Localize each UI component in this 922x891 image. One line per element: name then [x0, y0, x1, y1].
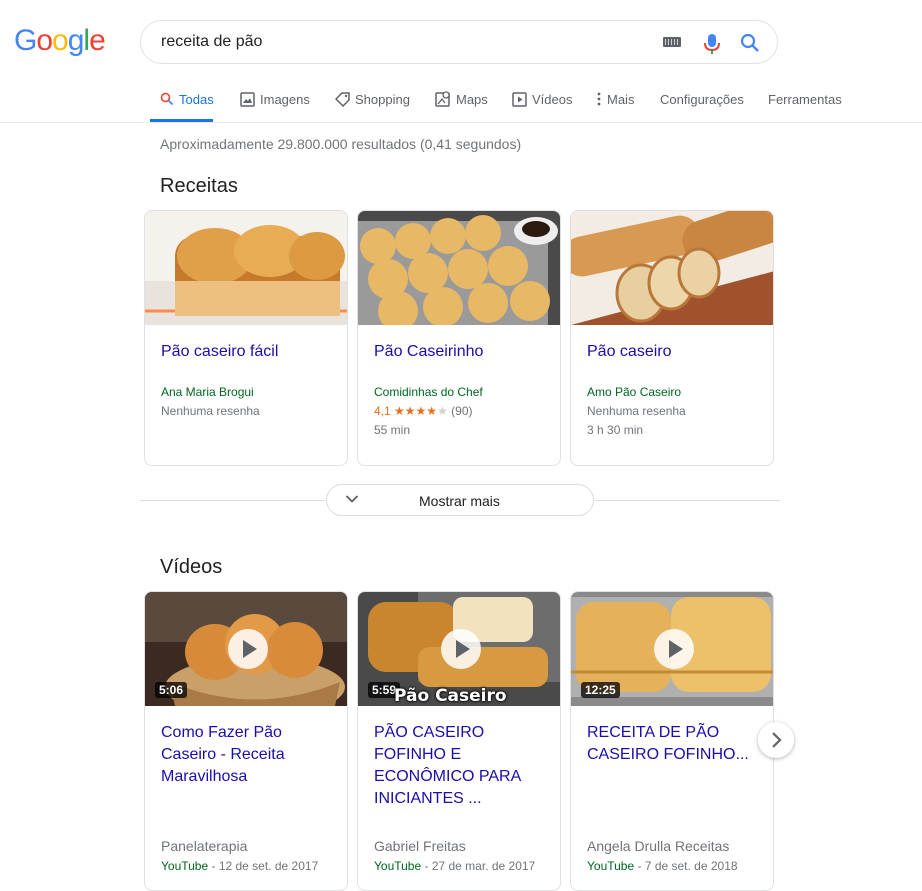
logo-letter: g — [67, 24, 85, 57]
chevron-down-icon — [345, 495, 359, 503]
recipe-time: 55 min — [374, 423, 411, 437]
video-date: - 27 de mar. de 2017 — [421, 859, 536, 873]
play-icon[interactable] — [441, 629, 481, 669]
video-platform: YouTube — [587, 859, 635, 873]
rating-value: 4,1 — [374, 404, 391, 418]
tab-maps[interactable]: Maps — [435, 80, 488, 118]
carousel-next-button[interactable] — [758, 722, 794, 758]
video-thumbnail: 5:59 Pão Caseiro — [358, 592, 560, 706]
video-date: - 7 de set. de 2018 — [634, 859, 738, 873]
tab-label: Shopping — [355, 91, 410, 107]
image-icon — [240, 91, 255, 107]
play-icon[interactable] — [654, 629, 694, 669]
show-more-button[interactable]: Mostrar mais — [326, 484, 594, 516]
recipe-reviews: Nenhuma resenha — [587, 404, 686, 418]
search-input[interactable]: receita de pão — [161, 33, 262, 51]
star-rating-icon: ★★★★★ — [394, 404, 448, 418]
video-platform: YouTube — [374, 859, 422, 873]
video-channel: Angela Drulla Receitas — [587, 838, 730, 854]
tab-imagens[interactable]: Imagens — [240, 80, 310, 118]
keyboard-icon[interactable] — [663, 37, 681, 47]
play-icon[interactable] — [228, 629, 268, 669]
recipe-thumbnail — [358, 211, 560, 325]
map-icon — [435, 91, 450, 107]
recipe-source: Amo Pão Caseiro — [587, 385, 682, 399]
video-duration: 5:06 — [155, 682, 188, 698]
videos-heading: Vídeos — [160, 556, 223, 578]
recipe-reviews: Nenhuma resenha — [161, 404, 260, 418]
recipe-title[interactable]: Pão Caseirinho — [374, 341, 483, 363]
search-icon — [160, 92, 174, 106]
video-thumbnail: 12:25 — [571, 592, 773, 706]
video-thumbnail: 5:06 — [145, 592, 347, 706]
tab-ferramentas[interactable]: Ferramentas — [768, 80, 842, 118]
video-duration: 12:25 — [581, 682, 620, 698]
thumbnail-overlay-text: Pão Caseiro — [394, 686, 507, 706]
recipe-thumbnail — [571, 211, 773, 325]
video-platform: YouTube — [161, 859, 209, 873]
tab-videos[interactable]: Vídeos — [512, 80, 572, 118]
video-card[interactable]: 5:59 Pão Caseiro PÃO CASEIRO FOFINHO E E… — [357, 591, 561, 891]
tab-label: Mais — [607, 91, 635, 107]
recipe-rating: 4,1 ★★★★★ (90) — [374, 404, 473, 418]
tab-todas[interactable]: Todas — [160, 80, 214, 118]
logo-letter: o — [36, 24, 53, 57]
recipe-card[interactable]: Pão caseiro fácil Ana Maria Brogui Nenhu… — [144, 210, 348, 466]
video-date: - 12 de set. de 2017 — [208, 859, 319, 873]
video-source: YouTube - 7 de set. de 2018 — [587, 859, 738, 873]
recipes-heading: Receitas — [160, 175, 238, 197]
recipe-thumbnail — [145, 211, 347, 325]
tab-label: Imagens — [260, 91, 310, 107]
rating-count: (90) — [451, 404, 473, 418]
recipe-title[interactable]: Pão caseiro fácil — [161, 341, 278, 363]
recipe-source: Ana Maria Brogui — [161, 385, 254, 399]
tab-mais[interactable]: Mais — [596, 80, 634, 118]
tab-label: Ferramentas — [768, 91, 842, 107]
video-card[interactable]: 5:06 Como Fazer Pão Caseiro - Receita Ma… — [144, 591, 348, 891]
recipe-card[interactable]: Pão Caseirinho Comidinhas do Chef 4,1 ★★… — [357, 210, 561, 466]
show-more-label: Mostrar mais — [419, 493, 500, 509]
chevron-right-icon — [772, 732, 782, 748]
logo-letter: G — [14, 24, 37, 57]
microphone-icon[interactable] — [702, 32, 722, 56]
tab-label: Maps — [456, 91, 488, 107]
video-source: YouTube - 12 de set. de 2017 — [161, 859, 318, 873]
video-title[interactable]: Como Fazer Pão Caseiro - Receita Maravil… — [161, 722, 337, 788]
video-source: YouTube - 27 de mar. de 2017 — [374, 859, 535, 873]
more-vert-icon — [597, 92, 601, 106]
recipe-card[interactable]: Pão caseiro Amo Pão Caseiro Nenhuma rese… — [570, 210, 774, 466]
tab-shopping[interactable]: Shopping — [335, 80, 410, 118]
header-divider — [0, 122, 922, 123]
tab-label: Configurações — [660, 91, 744, 107]
search-icon[interactable] — [739, 32, 761, 54]
google-logo[interactable]: Google — [14, 24, 106, 58]
tag-icon — [335, 91, 350, 107]
video-title[interactable]: RECEITA DE PÃO CASEIRO FOFINHO... — [587, 722, 763, 766]
video-channel: Panelaterapia — [161, 838, 248, 854]
result-stats: Aproximadamente 29.800.000 resultados (0… — [160, 136, 522, 152]
logo-letter: o — [52, 24, 69, 57]
recipe-source: Comidinhas do Chef — [374, 385, 483, 399]
video-card[interactable]: 12:25 RECEITA DE PÃO CASEIRO FOFINHO... … — [570, 591, 774, 891]
video-icon — [512, 91, 527, 107]
tab-label: Todas — [179, 91, 214, 107]
recipe-title[interactable]: Pão caseiro — [587, 341, 672, 363]
search-box[interactable]: receita de pão — [140, 20, 778, 64]
tab-label: Vídeos — [532, 91, 573, 107]
tab-configuracoes[interactable]: Configurações — [660, 80, 744, 118]
video-title[interactable]: PÃO CASEIRO FOFINHO E ECONÔMICO PARA INI… — [374, 722, 550, 810]
recipe-time: 3 h 30 min — [587, 423, 644, 437]
logo-letter: e — [89, 24, 106, 57]
video-channel: Gabriel Freitas — [374, 838, 466, 854]
